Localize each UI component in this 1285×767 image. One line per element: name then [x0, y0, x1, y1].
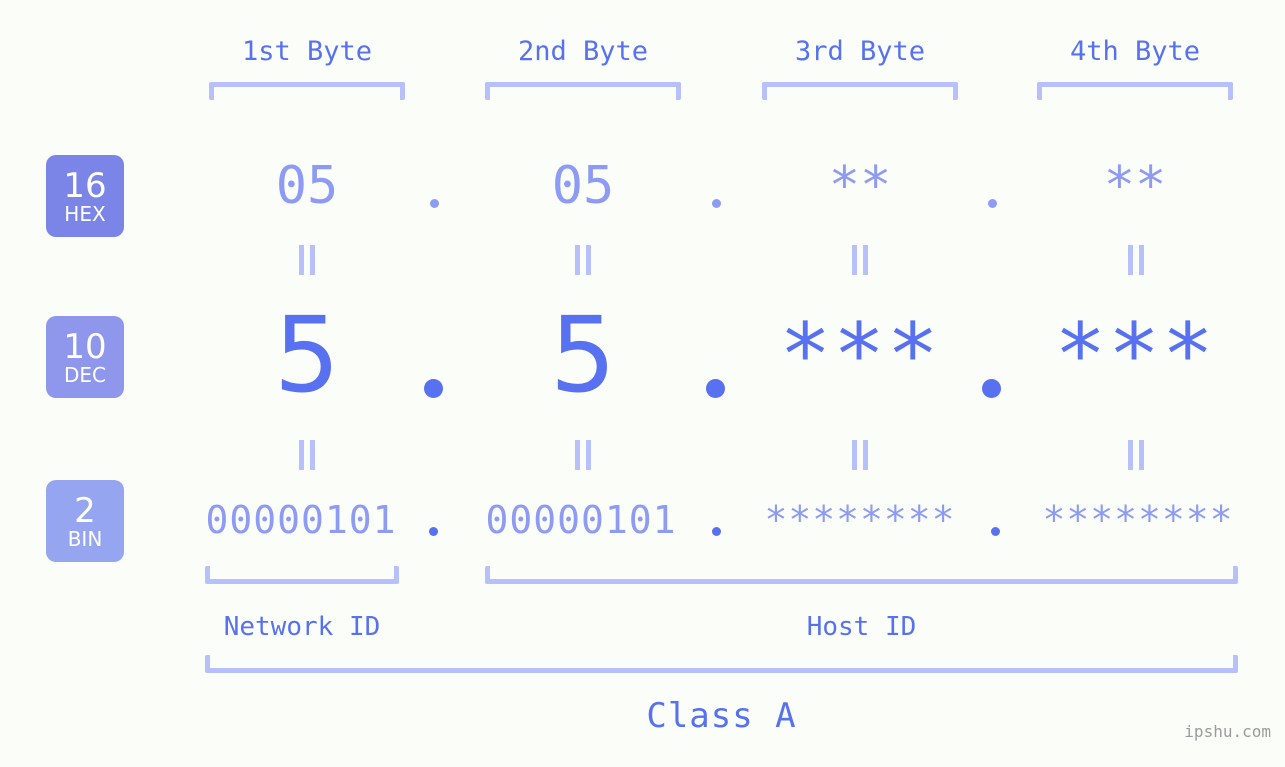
hex-value-byte-2: 05 — [551, 156, 615, 216]
base-badge-bin-number: 2 — [74, 490, 96, 531]
dec-value-byte-3: *** — [779, 305, 941, 405]
equals-mark-dec-bin-4 — [1124, 440, 1148, 470]
byte-header-2: 2nd Byte — [517, 36, 649, 67]
hex-separator-dot-2 — [712, 199, 721, 208]
hex-separator-dot-3 — [988, 199, 997, 208]
base-badge-hex: 16 HEX — [46, 155, 124, 237]
byte-bracket-1 — [209, 82, 405, 100]
bin-value-byte-1: 00000101 — [205, 498, 397, 542]
dec-value-byte-2: 5 — [549, 294, 617, 416]
equals-mark-dec-bin-2 — [571, 440, 595, 470]
dec-separator-dot-2 — [706, 379, 725, 398]
hex-value-byte-1: 05 — [275, 156, 339, 216]
base-badge-dec-name: DEC — [63, 362, 106, 387]
equals-mark-hex-dec-3 — [848, 245, 872, 275]
ip-byte-diagram: 1st Byte 2nd Byte 3rd Byte 4th Byte 16 H… — [0, 0, 1285, 767]
base-badge-hex-number: 16 — [63, 165, 107, 206]
bin-separator-dot-1 — [429, 527, 438, 536]
bin-value-byte-4: ******** — [1042, 498, 1234, 542]
site-watermark: ipshu.com — [1184, 722, 1271, 741]
hex-value-byte-3: ** — [828, 156, 892, 216]
class-label: Class A — [646, 696, 797, 736]
bin-value-byte-2: 00000101 — [485, 498, 677, 542]
network-id-bracket — [205, 566, 399, 584]
byte-header-3: 3rd Byte — [794, 36, 926, 67]
byte-bracket-4 — [1037, 82, 1233, 100]
base-badge-hex-name: HEX — [64, 201, 106, 226]
hex-separator-dot-1 — [430, 199, 439, 208]
host-id-bracket — [485, 566, 1238, 584]
base-badge-dec: 10 DEC — [46, 316, 124, 398]
dec-value-byte-4: *** — [1054, 305, 1216, 405]
hex-value-byte-4: ** — [1103, 156, 1167, 216]
base-badge-dec-number: 10 — [63, 326, 107, 367]
equals-mark-hex-dec-2 — [571, 245, 595, 275]
base-badge-bin: 2 BIN — [46, 480, 124, 562]
byte-bracket-3 — [762, 82, 958, 100]
byte-header-4: 4th Byte — [1069, 36, 1201, 67]
dec-value-byte-1: 5 — [273, 294, 341, 416]
byte-header-1: 1st Byte — [241, 36, 373, 67]
bin-separator-dot-2 — [712, 527, 721, 536]
host-id-label: Host ID — [806, 612, 917, 642]
equals-mark-dec-bin-1 — [295, 440, 319, 470]
bin-separator-dot-3 — [991, 527, 1000, 536]
network-id-label: Network ID — [223, 612, 381, 642]
dec-separator-dot-1 — [424, 379, 443, 398]
equals-mark-dec-bin-3 — [848, 440, 872, 470]
base-badge-bin-name: BIN — [67, 526, 103, 551]
dec-separator-dot-3 — [982, 379, 1001, 398]
equals-mark-hex-dec-1 — [295, 245, 319, 275]
equals-mark-hex-dec-4 — [1124, 245, 1148, 275]
byte-bracket-2 — [485, 82, 681, 100]
bin-value-byte-3: ******** — [764, 498, 956, 542]
class-bracket — [205, 655, 1238, 673]
